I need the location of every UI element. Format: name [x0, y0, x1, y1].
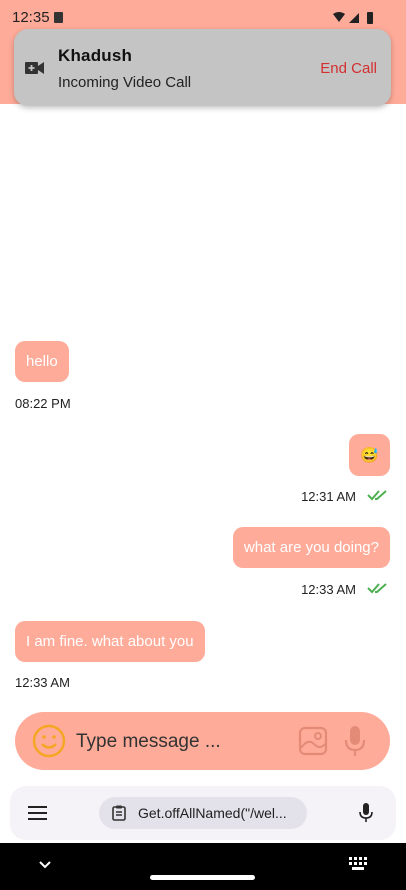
message-time: 12:33 AM	[15, 675, 70, 690]
message-time: 12:33 AM	[301, 582, 356, 597]
incoming-call-notification[interactable]: Khadush Incoming Video Call End Call	[14, 29, 391, 106]
message-bubble-outgoing[interactable]: 😅	[349, 434, 390, 476]
clipboard-icon	[112, 805, 126, 821]
mic-icon[interactable]	[344, 725, 366, 757]
menu-icon[interactable]	[28, 806, 47, 820]
read-ticks-icon	[367, 490, 387, 501]
navigation-bar	[0, 843, 406, 890]
video-call-icon	[25, 62, 44, 74]
clipboard-suggestion-chip[interactable]: Get.offAllNamed("/wel...	[99, 797, 307, 829]
sd-card-icon	[54, 12, 63, 23]
message-list[interactable]: hello 08:22 PM 😅 12:31 AM what are you d…	[0, 104, 406, 704]
keyboard-icon[interactable]	[349, 857, 367, 871]
emoji-icon[interactable]	[32, 724, 66, 758]
keyboard-suggestion-bar: Get.offAllNamed("/wel...	[10, 786, 396, 840]
message-bubble-outgoing[interactable]: what are you doing?	[232, 527, 390, 568]
wifi-signal-battery-icon	[333, 12, 373, 24]
end-call-button[interactable]: End Call	[320, 60, 377, 77]
message-time: 08:22 PM	[15, 396, 71, 411]
call-subtitle: Incoming Video Call	[58, 74, 192, 91]
caller-name: Khadush	[58, 46, 133, 65]
message-composer[interactable]: Type message ...	[15, 712, 390, 770]
chevron-down-icon[interactable]	[38, 860, 52, 870]
message-input[interactable]: Type message ...	[76, 731, 221, 753]
gallery-icon[interactable]	[298, 726, 328, 756]
home-handle[interactable]	[150, 875, 255, 880]
status-time: 12:35	[12, 9, 50, 26]
voice-input-icon[interactable]	[359, 803, 373, 823]
message-time: 12:31 AM	[301, 489, 356, 504]
read-ticks-icon	[367, 583, 387, 594]
message-bubble-incoming[interactable]: hello	[15, 341, 69, 382]
clipboard-text: Get.offAllNamed("/wel...	[138, 805, 287, 821]
system-status-icons	[332, 11, 376, 25]
message-bubble-incoming[interactable]: I am fine. what about you	[15, 621, 205, 662]
